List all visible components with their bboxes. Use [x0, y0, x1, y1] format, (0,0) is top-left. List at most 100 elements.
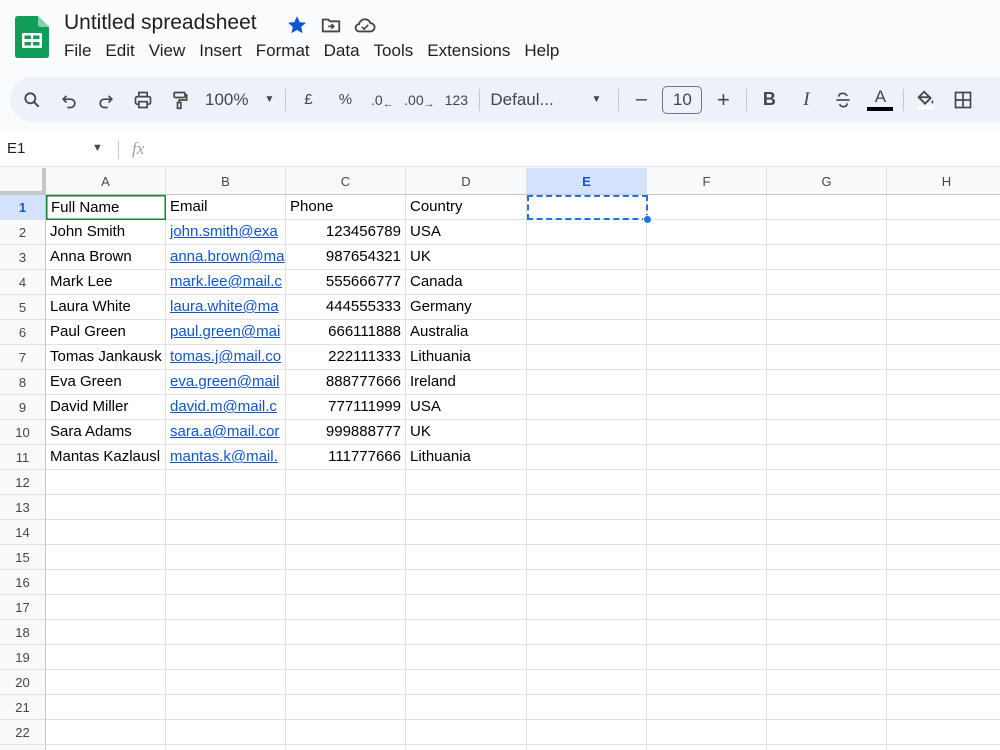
cell-e3[interactable] [527, 245, 647, 270]
row-header[interactable]: 7 [0, 345, 46, 370]
cell-f9[interactable] [647, 395, 767, 420]
cell-b15[interactable] [166, 545, 286, 570]
cell-b8[interactable]: eva.green@mail [166, 370, 286, 395]
menu-view[interactable]: View [142, 39, 193, 63]
cell-f8[interactable] [647, 370, 767, 395]
cell-c8[interactable]: 888777666 [286, 370, 406, 395]
cell-g3[interactable] [767, 245, 887, 270]
cell-f1[interactable] [647, 195, 767, 220]
cell-f4[interactable] [647, 270, 767, 295]
cell-b11[interactable]: mantas.k@mail. [166, 445, 286, 470]
cell-g17[interactable] [767, 595, 887, 620]
cell-d17[interactable] [406, 595, 527, 620]
cell-e11[interactable] [527, 445, 647, 470]
cell-h5[interactable] [887, 295, 1000, 320]
cell-a4[interactable]: Mark Lee [46, 270, 166, 295]
cell-e14[interactable] [527, 520, 647, 545]
cell-c7[interactable]: 222111333 [286, 345, 406, 370]
menu-help[interactable]: Help [517, 39, 566, 63]
cloud-saved-icon[interactable] [352, 12, 378, 38]
cell-b21[interactable] [166, 695, 286, 720]
cell-c6[interactable]: 666111888 [286, 320, 406, 345]
cell-d1[interactable]: Country [406, 195, 527, 220]
cell-h16[interactable] [887, 570, 1000, 595]
cell-d16[interactable] [406, 570, 527, 595]
cell-a7[interactable]: Tomas Jankausk [46, 345, 166, 370]
menu-format[interactable]: Format [249, 39, 317, 63]
cell-a12[interactable] [46, 470, 166, 495]
cell-e20[interactable] [527, 670, 647, 695]
cell-b20[interactable] [166, 670, 286, 695]
sheets-logo-icon[interactable] [15, 16, 49, 58]
cell-h8[interactable] [887, 370, 1000, 395]
cell-a1[interactable]: Full Name [46, 195, 166, 220]
cell-d10[interactable]: UK [406, 420, 527, 445]
row-header[interactable]: 15 [0, 545, 46, 570]
cell-h9[interactable] [887, 395, 1000, 420]
cell-f20[interactable] [647, 670, 767, 695]
search-icon[interactable] [16, 84, 48, 116]
cell-f23[interactable] [647, 745, 767, 750]
cell-h1[interactable] [887, 195, 1000, 220]
cell-h21[interactable] [887, 695, 1000, 720]
cell-h11[interactable] [887, 445, 1000, 470]
cell-a15[interactable] [46, 545, 166, 570]
percent-button[interactable]: % [329, 84, 361, 116]
cell-a2[interactable]: John Smith [46, 220, 166, 245]
cell-f3[interactable] [647, 245, 767, 270]
cell-d14[interactable] [406, 520, 527, 545]
cell-d12[interactable] [406, 470, 527, 495]
cell-a10[interactable]: Sara Adams [46, 420, 166, 445]
active-cell-selection[interactable] [527, 195, 648, 220]
cell-b23[interactable] [166, 745, 286, 750]
cell-b17[interactable] [166, 595, 286, 620]
row-header[interactable]: 8 [0, 370, 46, 395]
cell-d19[interactable] [406, 645, 527, 670]
cell-d20[interactable] [406, 670, 527, 695]
column-header-c[interactable]: C [286, 168, 406, 195]
cell-e6[interactable] [527, 320, 647, 345]
fill-handle[interactable] [643, 215, 652, 224]
cell-a3[interactable]: Anna Brown [46, 245, 166, 270]
cell-b1[interactable]: Email [166, 195, 286, 220]
strikethrough-icon[interactable] [827, 84, 859, 116]
cell-d13[interactable] [406, 495, 527, 520]
cell-g16[interactable] [767, 570, 887, 595]
cell-b4[interactable]: mark.lee@mail.c [166, 270, 286, 295]
cell-c13[interactable] [286, 495, 406, 520]
cell-c21[interactable] [286, 695, 406, 720]
cell-a16[interactable] [46, 570, 166, 595]
cell-e10[interactable] [527, 420, 647, 445]
font-size-input[interactable]: 10 [662, 85, 703, 114]
cell-c5[interactable]: 444555333 [286, 295, 406, 320]
row-header[interactable]: 21 [0, 695, 46, 720]
cell-c19[interactable] [286, 645, 406, 670]
cell-d6[interactable]: Australia [406, 320, 527, 345]
cell-f11[interactable] [647, 445, 767, 470]
cell-b19[interactable] [166, 645, 286, 670]
cell-b18[interactable] [166, 620, 286, 645]
row-header[interactable]: 17 [0, 595, 46, 620]
cell-c17[interactable] [286, 595, 406, 620]
cell-h7[interactable] [887, 345, 1000, 370]
row-header[interactable]: 10 [0, 420, 46, 445]
cell-c12[interactable] [286, 470, 406, 495]
cell-c15[interactable] [286, 545, 406, 570]
row-header[interactable]: 9 [0, 395, 46, 420]
undo-icon[interactable] [53, 84, 85, 116]
redo-icon[interactable] [90, 84, 122, 116]
cell-f19[interactable] [647, 645, 767, 670]
cell-g6[interactable] [767, 320, 887, 345]
cell-b7[interactable]: tomas.j@mail.co [166, 345, 286, 370]
cell-b9[interactable]: david.m@mail.c [166, 395, 286, 420]
cell-e23[interactable] [527, 745, 647, 750]
cell-b13[interactable] [166, 495, 286, 520]
cell-h2[interactable] [887, 220, 1000, 245]
cell-b2[interactable]: john.smith@exa [166, 220, 286, 245]
row-header[interactable]: 16 [0, 570, 46, 595]
cell-e15[interactable] [527, 545, 647, 570]
cell-a23[interactable] [46, 745, 166, 750]
star-icon[interactable] [284, 12, 310, 38]
row-header[interactable]: 22 [0, 720, 46, 745]
cell-f13[interactable] [647, 495, 767, 520]
